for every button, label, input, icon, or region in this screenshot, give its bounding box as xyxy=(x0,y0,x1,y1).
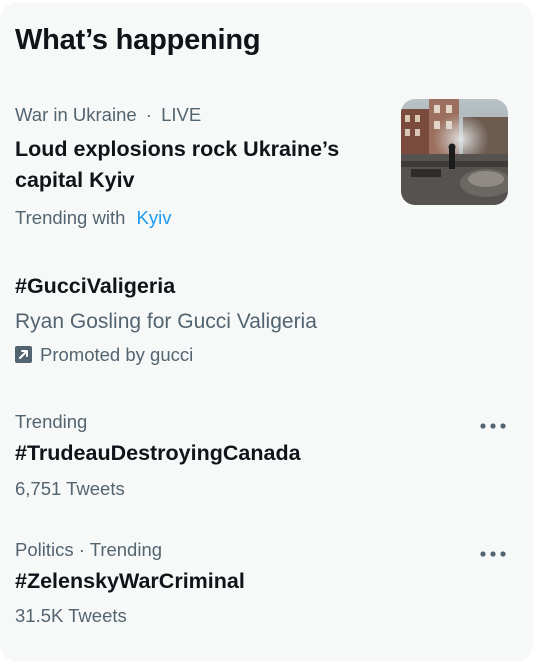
trend-subtitle: Ryan Gosling for Gucci Valigeria xyxy=(15,310,317,333)
promoted-line: Promoted by gucci xyxy=(15,344,193,366)
trend-news-ukraine[interactable]: War in Ukraine · LIVE Loud explosions ro… xyxy=(0,0,533,240)
trend-title: #GucciValigeria xyxy=(15,274,176,298)
more-options-button[interactable] xyxy=(478,544,508,564)
trending-with: Trending with Kyiv xyxy=(15,207,171,229)
headline-line-1: Loud explosions rock Ukraine’s xyxy=(15,137,340,161)
news-photo-image xyxy=(401,99,508,205)
promoted-by-label: Promoted by gucci xyxy=(40,344,194,365)
live-badge: LIVE xyxy=(161,104,202,125)
more-dots-icon xyxy=(480,551,506,557)
trending-with-link-kyiv[interactable]: Kyiv xyxy=(137,207,172,228)
news-photo-thumbnail[interactable] xyxy=(401,99,508,205)
trend-context: War in Ukraine · LIVE xyxy=(15,104,201,126)
trend-context: Trending xyxy=(15,411,88,432)
headline-line-2: capital Kyiv xyxy=(15,168,135,192)
trend-title: #TrudeauDestroyingCanada xyxy=(15,441,301,465)
trend-title: #ZelenskyWarCriminal xyxy=(15,569,245,593)
trend-promoted-gucci[interactable]: #GucciValigeria Ryan Gosling for Gucci V… xyxy=(0,240,533,368)
trend-category: War in Ukraine xyxy=(15,104,137,125)
tweet-count: 6,751 Tweets xyxy=(15,478,125,499)
trend-trudeau[interactable]: Trending #TrudeauDestroyingCanada 6,751 … xyxy=(0,390,533,510)
trend-zelensky[interactable]: Politics · Trending #ZelenskyWarCriminal… xyxy=(0,518,533,638)
trend-headline: Loud explosions rock Ukraine’s capital K… xyxy=(15,134,339,196)
promoted-arrow-icon xyxy=(15,346,32,363)
more-dots-icon xyxy=(480,423,506,429)
more-options-button[interactable] xyxy=(478,416,508,436)
context-separator: · xyxy=(145,104,152,125)
trending-with-label: Trending with xyxy=(15,207,126,228)
tweet-count: 31.5K Tweets xyxy=(15,605,127,626)
trend-context: Politics · Trending xyxy=(15,539,163,560)
